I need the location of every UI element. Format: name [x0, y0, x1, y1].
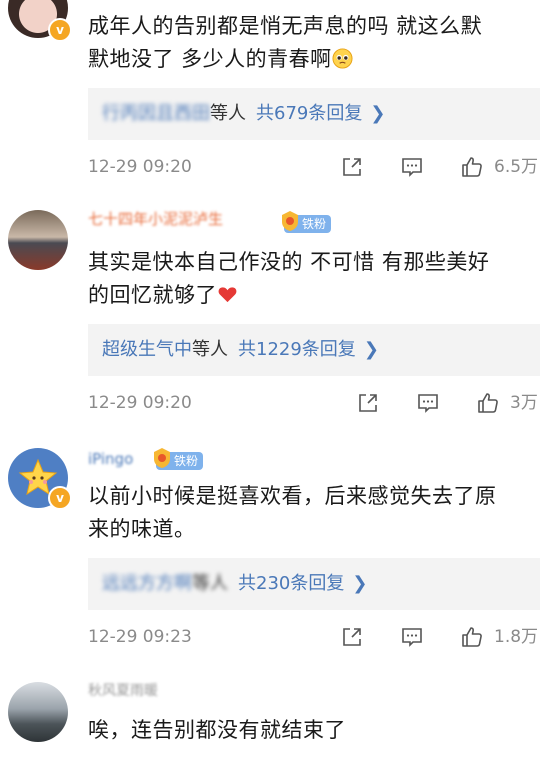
comment-text: 其实是快本自己作没的 不可惜 有那些美好 的回忆就够了: [88, 246, 543, 312]
share-icon[interactable]: [340, 625, 364, 649]
comment-text: 唉，连告别都没有就结束了: [88, 714, 543, 747]
chevron-right-icon: ❯: [352, 573, 368, 594]
reply-suffix: 等人: [210, 103, 246, 124]
username[interactable]: 七十四年小泥泥泸生: [88, 208, 223, 229]
comment-icon[interactable]: [400, 625, 424, 649]
reply-names[interactable]: 远远方方啊: [102, 573, 192, 594]
comment-line: 唉，连告别都没有就结束了: [88, 718, 346, 742]
timestamp: 12-29 09:20: [88, 393, 192, 413]
fan-badge: 铁粉: [154, 448, 204, 470]
comment-line-text: 默地没了 多少人的青春啊: [88, 47, 332, 71]
like-count: 3万: [510, 393, 538, 413]
fan-badge-label: 铁粉: [174, 454, 199, 468]
reply-count[interactable]: 共1229条回复: [238, 339, 356, 360]
fan-badge: 铁粉: [282, 211, 332, 233]
username[interactable]: 秋风夏雨暖: [88, 680, 158, 700]
like-icon[interactable]: [460, 155, 484, 179]
comment-icon[interactable]: [416, 391, 440, 415]
like-icon[interactable]: [476, 391, 500, 415]
comment-line: 的回忆就够了: [88, 279, 543, 312]
comment-text: 成年人的告别都是悄无声息的吗 就这么默 默地没了 多少人的青春啊: [88, 10, 543, 76]
reply-summary[interactable]: 行丙因且西田等人 共679条回复 ❯: [88, 88, 540, 140]
reply-count[interactable]: 共679条回复: [256, 103, 362, 124]
like-count: 6.5万: [494, 157, 539, 177]
reply-names[interactable]: 超级生气中: [102, 339, 192, 360]
chevron-right-icon: ❯: [370, 103, 386, 124]
share-icon[interactable]: [340, 155, 364, 179]
share-icon[interactable]: [356, 391, 380, 415]
comment-item: 七十四年小泥泥泸生 铁粉 其实是快本自己作没的 不可惜 有那些美好 的回忆就够了…: [0, 200, 559, 430]
comment-line: 来的味道。: [88, 517, 196, 541]
avatar[interactable]: [8, 682, 68, 742]
fan-badge-label: 铁粉: [302, 217, 327, 231]
avatar[interactable]: [8, 210, 68, 270]
comment-text: 以前小时候是挺喜欢看，后来感觉失去了原 来的味道。: [88, 480, 543, 546]
comment-item: 秋风夏雨暖 唉，连告别都没有就结束了: [0, 676, 559, 764]
like-icon[interactable]: [460, 625, 484, 649]
username[interactable]: iPingo: [88, 450, 133, 468]
red-heart-icon: [218, 287, 237, 303]
fan-badge-icon: [282, 211, 298, 231]
comment-line: 其实是快本自己作没的 不可惜 有那些美好: [88, 250, 490, 274]
reply-summary[interactable]: 超级生气中等人 共1229条回复 ❯: [88, 324, 540, 376]
comment-meta: 12-29 09:20 3万: [88, 388, 543, 418]
comment-line: 默地没了 多少人的青春啊: [88, 43, 543, 76]
comment-meta: 12-29 09:20 6.5万: [88, 152, 543, 182]
comment-item: v 成年人的告别都是悄无声息的吗 就这么默 默地没了 多少人的青春啊 行丙因且西…: [0, 0, 559, 190]
reply-names[interactable]: 行丙因且西田: [102, 103, 210, 124]
like-count: 1.8万: [494, 627, 539, 647]
reply-suffix: 等人: [192, 339, 228, 360]
comment-item: v iPingo 铁粉 以前小时候是挺喜欢看，后来感觉失去了原 来的味道。 远远…: [0, 440, 559, 670]
timestamp: 12-29 09:20: [88, 157, 192, 177]
reply-suffix: 等人: [192, 573, 228, 594]
chevron-right-icon: ❯: [363, 339, 379, 360]
comment-line: 成年人的告别都是悄无声息的吗 就这么默: [88, 14, 483, 38]
verified-badge-icon: v: [48, 486, 72, 510]
timestamp: 12-29 09:23: [88, 627, 192, 647]
comment-meta: 12-29 09:23 1.8万: [88, 622, 543, 652]
comment-icon[interactable]: [400, 155, 424, 179]
reply-summary[interactable]: 远远方方啊等人 共230条回复 ❯: [88, 558, 540, 610]
comment-line-text: 的回忆就够了: [88, 283, 217, 307]
pleading-face-icon: [332, 48, 353, 69]
comment-line: 以前小时候是挺喜欢看，后来感觉失去了原: [88, 484, 497, 508]
fan-badge-icon: [154, 448, 170, 468]
reply-count[interactable]: 共230条回复: [238, 573, 344, 594]
verified-badge-icon: v: [48, 18, 72, 42]
